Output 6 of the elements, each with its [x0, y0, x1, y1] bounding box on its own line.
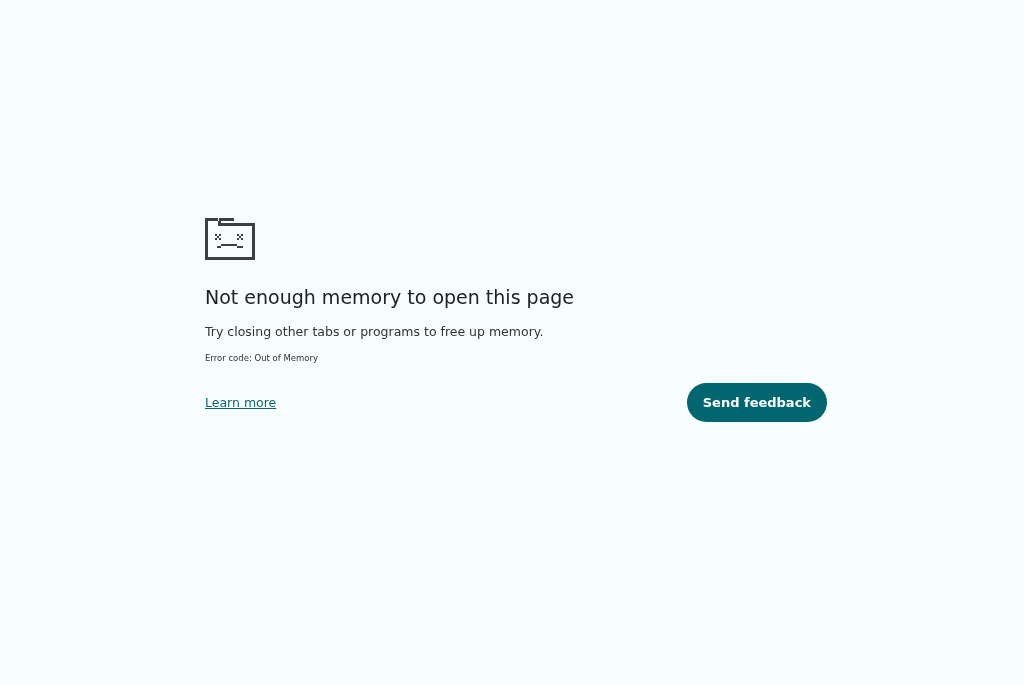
send-feedback-button[interactable]: Send feedback: [686, 383, 827, 422]
error-code: Error code: Out of Memory: [205, 353, 320, 363]
sad-folder-icon: [205, 216, 255, 260]
error-heading: Not enough memory to open this page: [205, 285, 576, 310]
error-message: Try closing other tabs or programs to free up memory.: [205, 324, 545, 339]
learn-more-link[interactable]: Learn more: [205, 395, 277, 410]
